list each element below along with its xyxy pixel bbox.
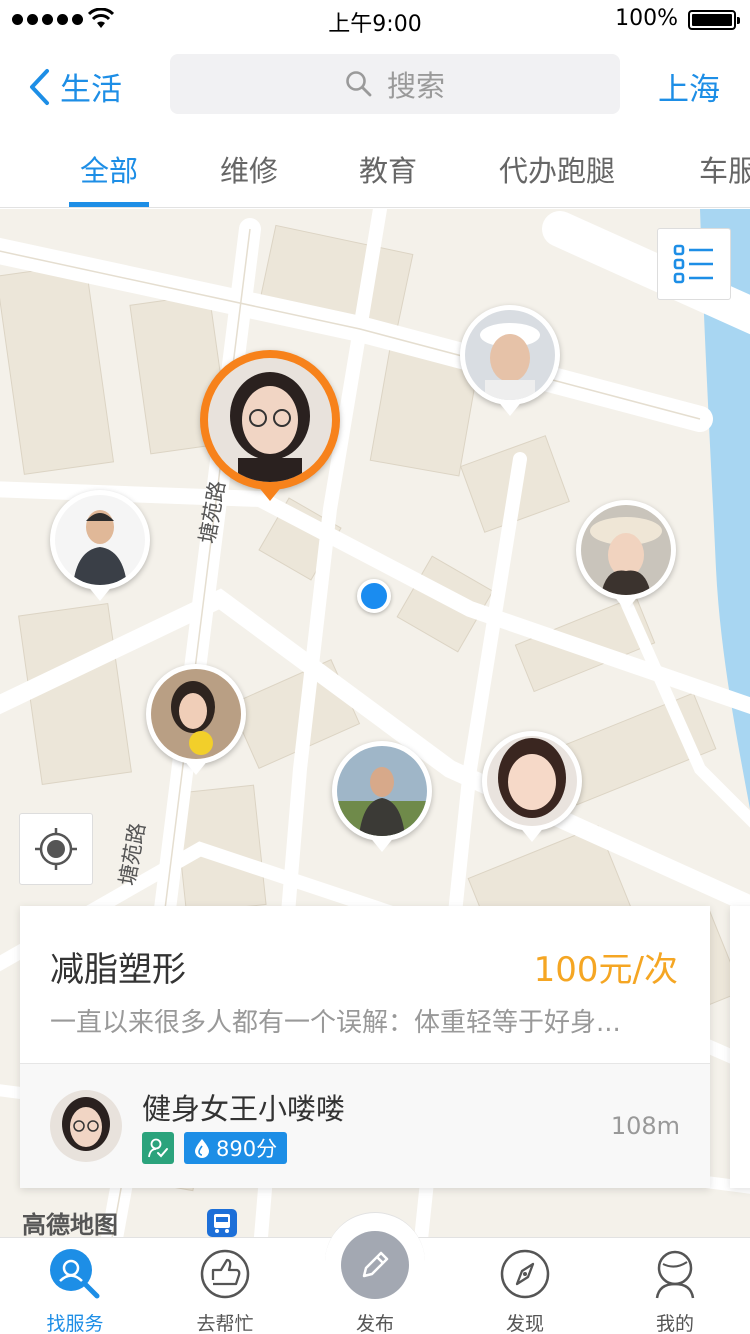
battery-percent: 100%	[615, 6, 678, 31]
tab-discover[interactable]: 发现	[450, 1248, 600, 1334]
avatar	[337, 746, 427, 836]
avatar	[487, 736, 577, 826]
featured-provider-marker[interactable]	[200, 350, 340, 510]
battery-icon	[688, 10, 740, 30]
profile-icon	[655, 1250, 695, 1299]
score-value: 890分	[216, 1137, 278, 1161]
provider-marker[interactable]	[576, 500, 676, 616]
drop-icon	[195, 1139, 209, 1158]
provider-marker[interactable]	[50, 490, 150, 606]
pencil-icon	[362, 1251, 389, 1278]
bus-stop-icon[interactable]	[207, 1209, 237, 1237]
search-service-icon	[50, 1249, 100, 1299]
current-location-dot	[357, 579, 391, 613]
nav-bar: 生活 搜索 上海	[0, 40, 750, 130]
avatar	[151, 669, 241, 759]
tab-education[interactable]: 教育	[359, 148, 417, 190]
search-placeholder: 搜索	[386, 69, 445, 103]
provider-marker[interactable]	[146, 664, 246, 780]
score-badge: 890分	[184, 1132, 288, 1164]
tab-mine[interactable]: 我的	[600, 1248, 750, 1334]
category-tabs: 全部 维修 教育 代办跑腿 车服	[0, 130, 750, 208]
publish-button[interactable]	[341, 1231, 409, 1299]
provider-marker[interactable]	[482, 731, 582, 847]
service-price: 100元/次	[533, 950, 678, 990]
service-description: 一直以来很多人都有一个误解：体重轻等于好身...	[50, 1008, 621, 1038]
verified-badge-icon	[142, 1132, 174, 1164]
provider-info[interactable]: 健身女王小喽喽 890分 108m	[20, 1064, 710, 1188]
tab-errands[interactable]: 代办跑腿	[499, 148, 615, 190]
next-card-peek[interactable]	[730, 906, 750, 1188]
status-bar: 上午9:00 100%	[0, 0, 750, 40]
map-logo: 高德地图	[22, 1211, 118, 1237]
provider-marker[interactable]	[332, 741, 432, 857]
list-view-button[interactable]	[657, 228, 731, 300]
provider-marker[interactable]	[460, 305, 560, 421]
thumbs-up-icon	[200, 1249, 250, 1299]
compass-icon	[500, 1249, 550, 1299]
tab-all[interactable]: 全部	[80, 148, 138, 190]
back-button[interactable]: 生活	[28, 64, 122, 109]
tab-help[interactable]: 去帮忙	[150, 1248, 300, 1334]
back-label: 生活	[60, 72, 122, 108]
locate-button[interactable]	[19, 813, 93, 885]
tab-repair[interactable]: 维修	[220, 148, 278, 190]
tab-car-service[interactable]: 车服	[699, 148, 750, 190]
avatar	[465, 310, 555, 400]
search-icon	[346, 71, 372, 97]
distance: 108m	[610, 1112, 680, 1140]
avatar	[581, 505, 671, 595]
tab-indicator	[69, 202, 149, 207]
city-selector[interactable]: 上海	[658, 64, 720, 109]
avatar	[208, 358, 332, 482]
search-input[interactable]: 搜索	[170, 54, 620, 114]
service-title: 减脂塑形	[50, 950, 186, 990]
avatar[interactable]	[50, 1090, 122, 1162]
list-icon	[673, 244, 713, 284]
chevron-left-icon	[30, 68, 49, 105]
crosshair-icon	[35, 828, 77, 870]
avatar	[55, 495, 145, 585]
provider-name: 健身女王小喽喽	[142, 1092, 346, 1126]
service-card[interactable]: 减脂塑形 100元/次 一直以来很多人都有一个误解：体重轻等于好身... 健身女…	[20, 906, 710, 1188]
tab-find-service[interactable]: 找服务	[0, 1248, 150, 1334]
